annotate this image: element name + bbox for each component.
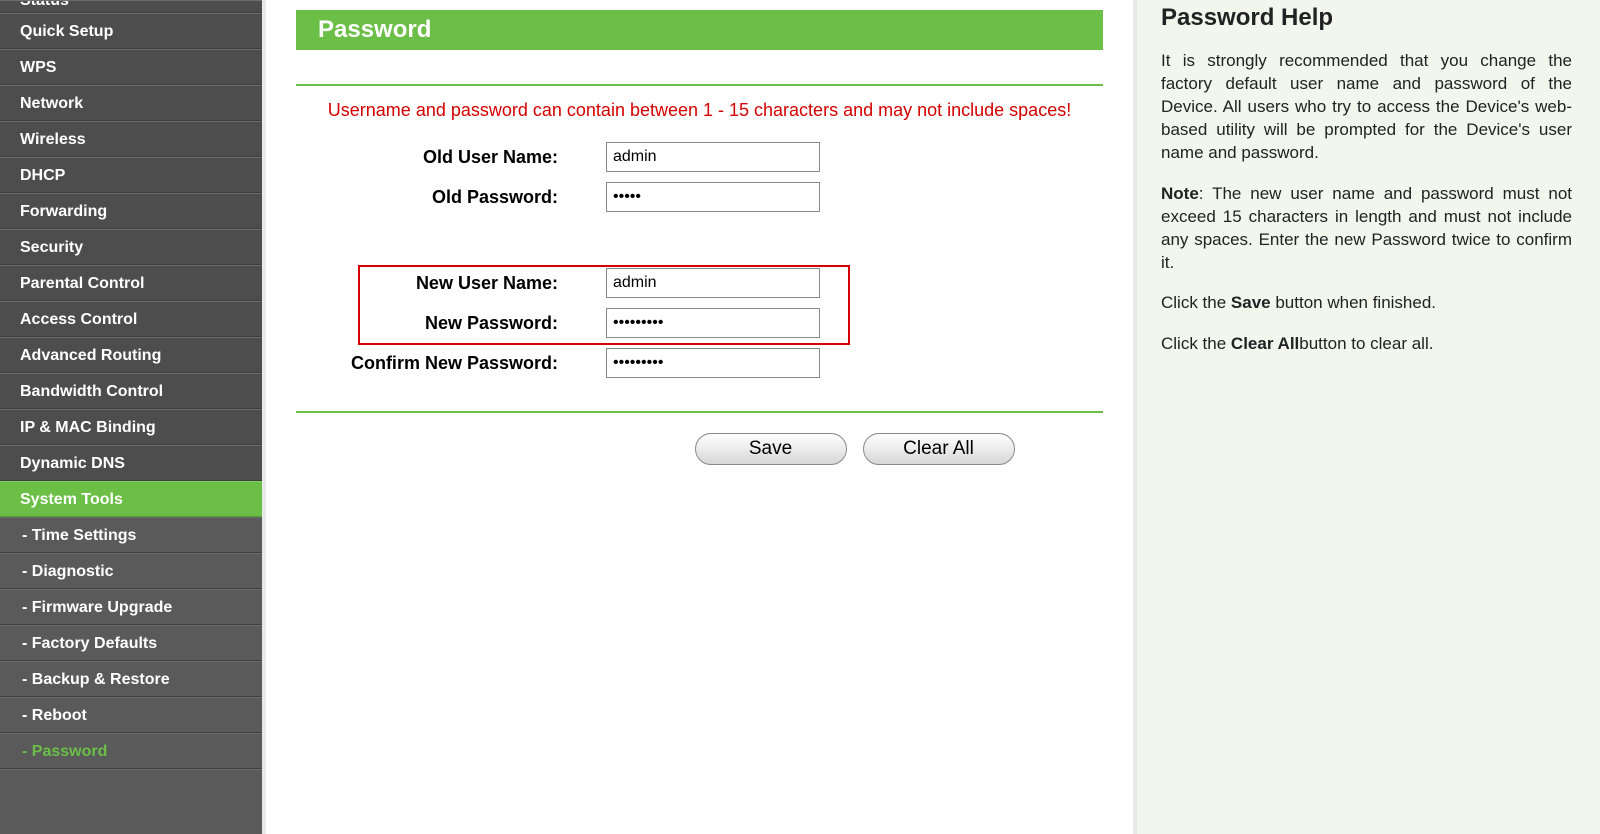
sidebar-item[interactable]: IP & MAC Binding bbox=[0, 409, 262, 445]
sidebar: StatusQuick SetupWPSNetworkWirelessDHCPF… bbox=[0, 0, 262, 834]
help-p3: Click the Save button when finished. bbox=[1161, 292, 1572, 315]
new-user-input[interactable] bbox=[606, 268, 820, 298]
new-user-label: New User Name: bbox=[296, 273, 606, 294]
help-title: Password Help bbox=[1161, 4, 1572, 32]
row-new-pass: New Password: bbox=[296, 303, 1103, 343]
sidebar-sub-item[interactable]: - Diagnostic bbox=[0, 553, 262, 589]
old-pass-input[interactable] bbox=[606, 182, 820, 212]
sidebar-sub-item[interactable]: - Backup & Restore bbox=[0, 661, 262, 697]
help-note-label: Note bbox=[1161, 184, 1199, 203]
help-p2-text: : The new user name and password must no… bbox=[1161, 184, 1572, 272]
help-p2: Note: The new user name and password mus… bbox=[1161, 183, 1572, 275]
divider-bottom bbox=[296, 411, 1103, 413]
sidebar-item[interactable]: Network bbox=[0, 85, 262, 121]
row-old-pass: Old Password: bbox=[296, 177, 1103, 217]
old-user-input[interactable] bbox=[606, 142, 820, 172]
old-pass-label: Old Password: bbox=[296, 187, 606, 208]
row-confirm-pass: Confirm New Password: bbox=[296, 343, 1103, 383]
sidebar-sub-item[interactable]: - Factory Defaults bbox=[0, 625, 262, 661]
help-p4: Click the Clear Allbutton to clear all. bbox=[1161, 333, 1572, 356]
main: Password Username and password can conta… bbox=[262, 0, 1600, 834]
password-form: Old User Name: Old Password: New User Na… bbox=[296, 137, 1103, 383]
page-title: Password bbox=[296, 10, 1103, 50]
sidebar-item[interactable]: Security bbox=[0, 229, 262, 265]
sidebar-sub-item[interactable]: - Firmware Upgrade bbox=[0, 589, 262, 625]
sidebar-tail bbox=[0, 769, 262, 834]
sidebar-sub-item[interactable]: - Time Settings bbox=[0, 517, 262, 553]
warning-text: Username and password can contain betwee… bbox=[296, 100, 1103, 121]
content-area: Password Username and password can conta… bbox=[262, 0, 1137, 834]
old-user-label: Old User Name: bbox=[296, 147, 606, 168]
sidebar-item[interactable]: DHCP bbox=[0, 157, 262, 193]
save-button[interactable]: Save bbox=[695, 433, 847, 465]
sidebar-item[interactable]: System Tools bbox=[0, 481, 262, 517]
divider-top bbox=[296, 84, 1103, 86]
sidebar-item[interactable]: Advanced Routing bbox=[0, 337, 262, 373]
new-pass-input[interactable] bbox=[606, 308, 820, 338]
sidebar-sub-item[interactable]: - Reboot bbox=[0, 697, 262, 733]
sidebar-item[interactable]: Forwarding bbox=[0, 193, 262, 229]
row-old-user: Old User Name: bbox=[296, 137, 1103, 177]
sidebar-item[interactable]: Status bbox=[0, 0, 262, 13]
confirm-pass-input[interactable] bbox=[606, 348, 820, 378]
sidebar-sub-item[interactable]: - Password bbox=[0, 733, 262, 769]
sidebar-item[interactable]: Access Control bbox=[0, 301, 262, 337]
row-new-user: New User Name: bbox=[296, 263, 1103, 303]
sidebar-item[interactable]: WPS bbox=[0, 49, 262, 85]
sidebar-item[interactable]: Parental Control bbox=[0, 265, 262, 301]
confirm-pass-label: Confirm New Password: bbox=[296, 353, 606, 374]
sidebar-item[interactable]: Dynamic DNS bbox=[0, 445, 262, 481]
sidebar-item[interactable]: Bandwidth Control bbox=[0, 373, 262, 409]
button-row: Save Clear All bbox=[296, 433, 1103, 465]
help-p1: It is strongly recommended that you chan… bbox=[1161, 50, 1572, 165]
clear-all-button[interactable]: Clear All bbox=[863, 433, 1015, 465]
new-pass-label: New Password: bbox=[296, 313, 606, 334]
help-panel: Password Help It is strongly recommended… bbox=[1137, 0, 1600, 834]
sidebar-item[interactable]: Wireless bbox=[0, 121, 262, 157]
sidebar-item[interactable]: Quick Setup bbox=[0, 13, 262, 49]
